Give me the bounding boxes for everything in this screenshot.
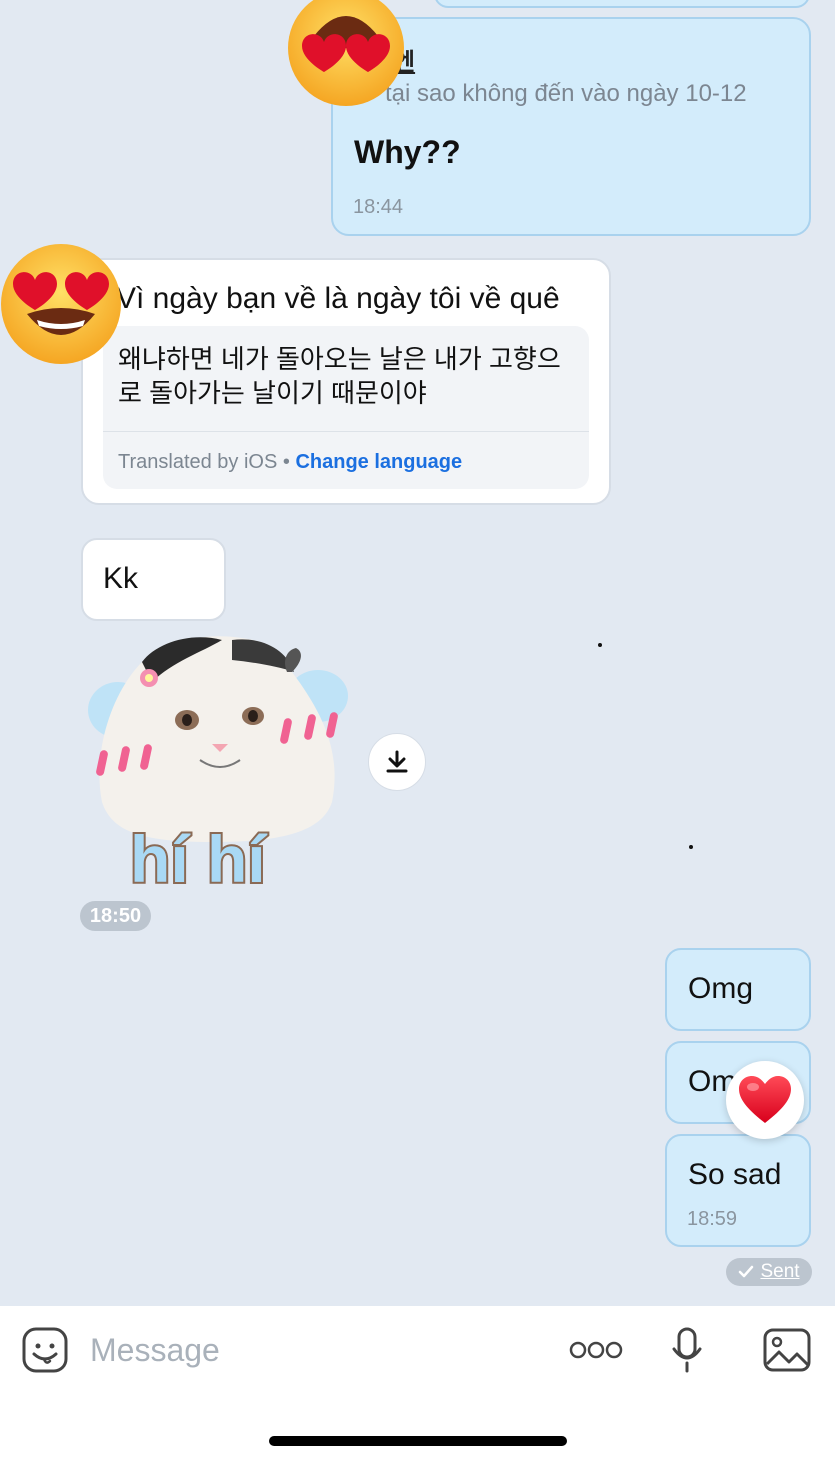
footer-separator: • bbox=[277, 451, 296, 473]
translation-text: 왜냐하면 네가 돌아오는 날은 내가 고향으로 돌아가는 날이기 때문이야 bbox=[118, 344, 561, 408]
translated-by-label: Translated by iOS bbox=[118, 451, 278, 473]
sticker-timestamp: 18:50 bbox=[80, 901, 151, 931]
sent-label: Sent bbox=[760, 1261, 800, 1282]
heart-eyes-emoji-icon bbox=[1, 244, 121, 364]
sticker-caption: hí hí bbox=[130, 822, 268, 894]
change-language-link[interactable]: Change language bbox=[295, 451, 462, 473]
more-dots-icon[interactable] bbox=[569, 1340, 623, 1360]
reply-message-text: Why?? bbox=[354, 134, 461, 170]
incoming-message-text: Kk bbox=[103, 562, 139, 595]
message-timestamp: 18:44 bbox=[353, 196, 404, 218]
outgoing-message-text: So sad bbox=[688, 1158, 782, 1191]
message-input[interactable]: Message bbox=[90, 1332, 220, 1369]
quoted-message-text: tại sao không đến vào ngày 10-12 bbox=[385, 80, 747, 107]
microphone-icon[interactable] bbox=[671, 1327, 703, 1373]
download-icon bbox=[386, 750, 408, 773]
sticker-face-icon[interactable] bbox=[22, 1327, 68, 1373]
heart-eyes-emoji-icon bbox=[288, 0, 404, 106]
translation-divider bbox=[103, 431, 589, 432]
download-sticker-button[interactable] bbox=[368, 733, 426, 791]
check-icon bbox=[739, 1265, 754, 1278]
cat-sticker[interactable]: hí hí bbox=[82, 632, 352, 894]
image-gallery-icon[interactable] bbox=[763, 1328, 811, 1372]
translation-footer: Translated by iOS • Change language bbox=[118, 451, 462, 474]
outgoing-message-text: Omg bbox=[688, 972, 754, 1005]
stray-dot bbox=[689, 845, 693, 849]
previous-outgoing-bubble[interactable] bbox=[434, 0, 810, 8]
heart-reaction[interactable] bbox=[726, 1061, 804, 1139]
outgoing-message-bubble[interactable]: Omg bbox=[665, 948, 811, 1031]
sent-status: Sent bbox=[726, 1258, 812, 1286]
incoming-message-text: Vì ngày bạn về là ngày tôi về quê bbox=[116, 282, 560, 315]
message-timestamp: 18:59 bbox=[687, 1208, 738, 1230]
home-indicator bbox=[269, 1436, 567, 1446]
stray-dot bbox=[598, 643, 602, 647]
heart-icon bbox=[739, 1076, 791, 1123]
